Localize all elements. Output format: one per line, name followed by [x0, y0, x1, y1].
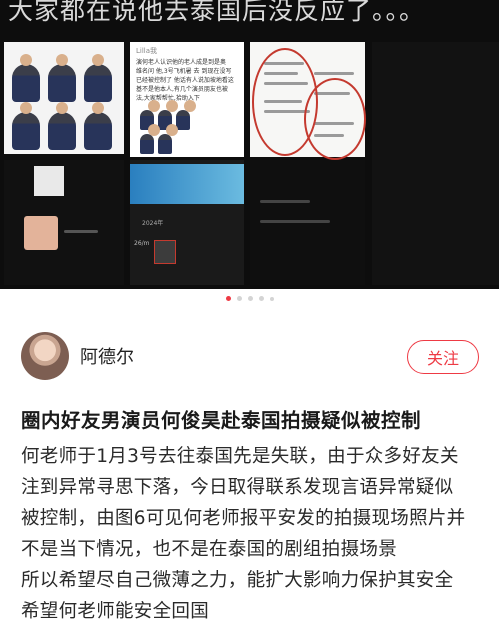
author-name[interactable]: 阿德尔	[80, 343, 134, 369]
author-avatar[interactable]	[21, 332, 69, 380]
chat-small-label: 26/m	[134, 240, 150, 247]
chat-thread-screenshot	[4, 160, 124, 285]
right-edge-screenshot	[372, 42, 499, 285]
carousel-indicator	[0, 296, 499, 306]
video-chat-screenshot: 2024年 26/m	[130, 160, 244, 285]
image-caption-overlay: 大家都在说他去泰国后没反应了。。。	[8, 0, 426, 25]
post-body-line: 被控制，由图6可见何老师报平安发的拍摄现场照片并	[21, 508, 466, 529]
chat-message-text: 演何老人认识他的老人成是到是奥 维名问 他,3号飞机暑 去 到现在没写 已经被控…	[136, 59, 234, 102]
post-body-line: 希望何老师能安全回国	[21, 601, 210, 622]
actor-photo-collage	[4, 42, 124, 154]
chat-sender-name: Lilla我	[136, 47, 158, 55]
message-screenshot-annotated	[250, 42, 366, 160]
carousel-dot[interactable]	[258, 296, 264, 301]
chat-screenshot-dark	[250, 160, 365, 285]
post-body-line: 何老师于1月3号去往泰国先是失联，由于众多好友关	[21, 446, 459, 467]
carousel-dot[interactable]	[236, 296, 242, 301]
chat-date-label: 2024年	[142, 220, 164, 227]
carousel-dot-active[interactable]	[225, 296, 231, 301]
post-image-carousel[interactable]: 大家都在说他去泰国后没反应了。。。 Lilla我 演何老人认识他的老人成是到是奥…	[0, 0, 499, 289]
post-title: 圈内好友男演员何俊昊赴泰国拍摄疑似被控制	[21, 409, 422, 432]
follow-button[interactable]: 关注	[407, 340, 479, 374]
post-body-line: 注到异常寻思下落，今日取得联系发现言语异常疑似	[21, 477, 454, 498]
chat-screenshot: Lilla我 演何老人认识他的老人成是到是奥 维名问 他,3号飞机暑 去 到现在…	[130, 42, 244, 157]
carousel-dot[interactable]	[247, 296, 253, 301]
post-body: 何老师于1月3号去往泰国先是失联，由于众多好友关 注到异常寻思下落，今日取得联系…	[21, 441, 491, 627]
carousel-dot[interactable]	[269, 297, 274, 301]
post-body-line: 不是当下情况，也不是在泰国的剧组拍摄场景	[21, 539, 398, 560]
post-body-line: 所以希望尽自己微薄之力，能扩大影响力保护其安全	[21, 570, 454, 591]
